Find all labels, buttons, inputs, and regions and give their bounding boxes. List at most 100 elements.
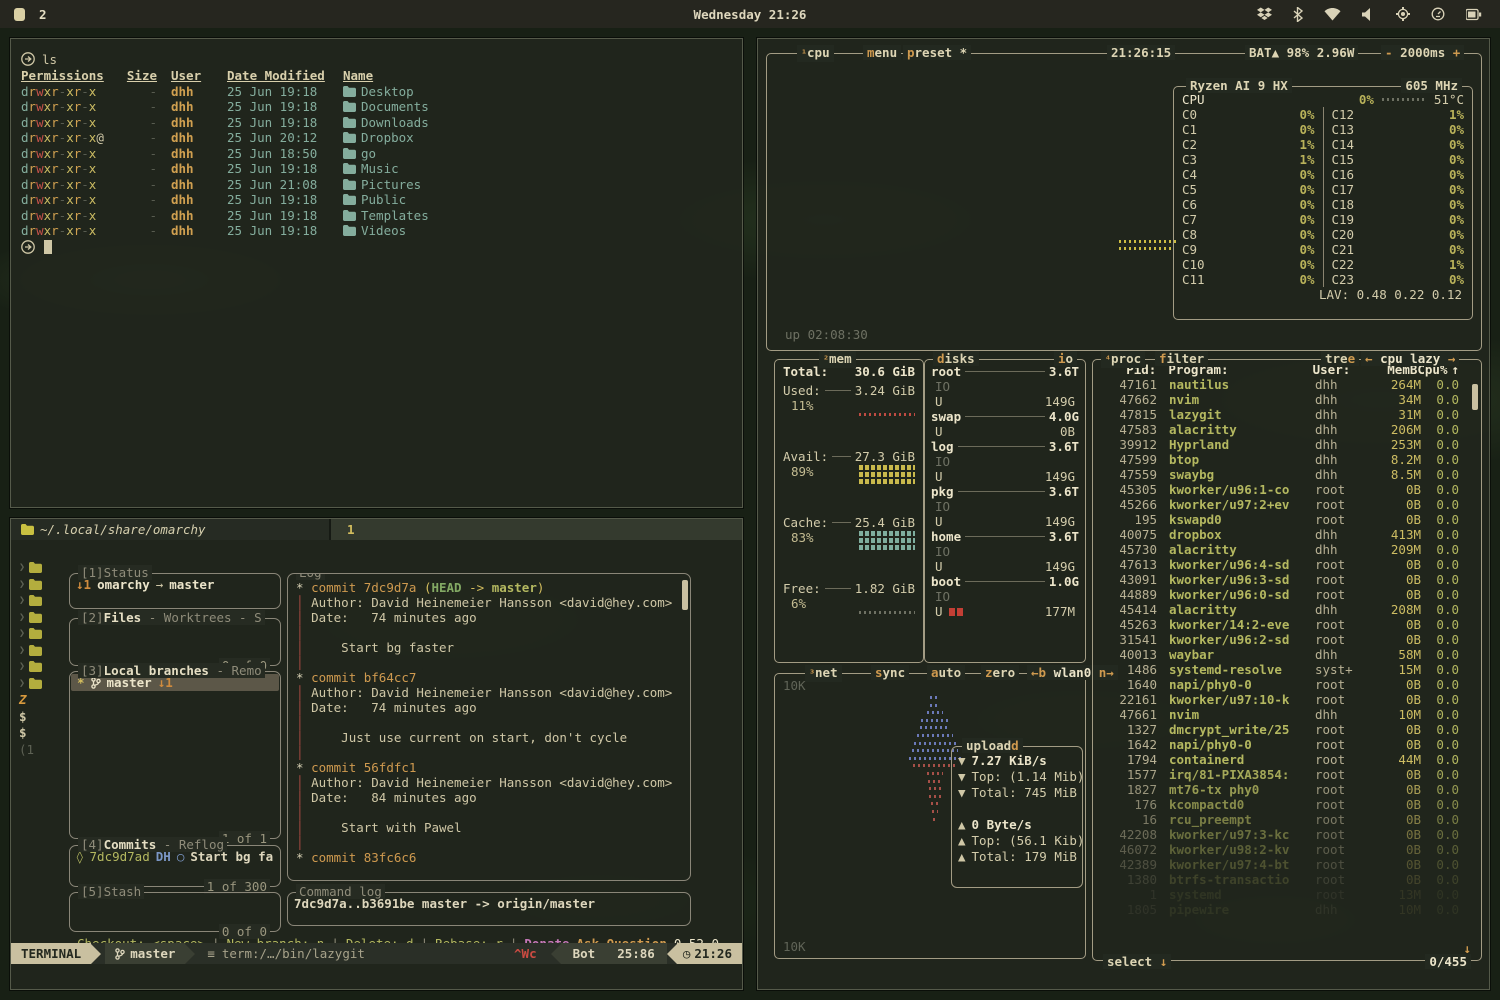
explorer-item[interactable]: ❯ (19, 577, 61, 592)
proc-row[interactable]: 40013waybardhh58M0.0 (1093, 647, 1481, 662)
proc-row[interactable]: 45305kworker/u96:1-coroot0B0.0 (1093, 482, 1481, 497)
proc-scrollbar-thumb[interactable] (1472, 384, 1478, 410)
proc-row[interactable]: 1systemdroot13M0.0 (1093, 887, 1481, 902)
btop-tab-net[interactable]: ³net (805, 665, 842, 682)
proc-pid: 1486 (1101, 662, 1157, 677)
proc-select-hint[interactable]: select ↓ (1103, 954, 1171, 969)
proc-row[interactable]: 47613kworker/u96:4-sdroot0B0.0 (1093, 557, 1481, 572)
proc-row[interactable]: 1642napi/phy0-0root0B0.0 (1093, 737, 1481, 752)
file-explorer-strip[interactable]: ❯❯❯❯❯❯❯❯Z$$(1 (19, 560, 61, 757)
shell-prompt-2[interactable] (21, 239, 732, 255)
btop-tab-mem[interactable]: ²mem (819, 351, 856, 368)
proc-row[interactable]: 1805pipewiredhh10M0.0 (1093, 902, 1481, 917)
proc-row[interactable]: 45414alacrittydhh208M0.0 (1093, 602, 1481, 617)
lazygit-panel-branches[interactable]: [3]Local branches - Remo * master ↓1 1 o… (69, 671, 281, 839)
net-sync-button[interactable]: sync (871, 665, 909, 680)
btop-tab-cpu[interactable]: ¹cpu (797, 45, 834, 62)
proc-row[interactable]: 45266kworker/u97:2+evroot0B0.0 (1093, 497, 1481, 512)
btop-io-toggle[interactable]: io (1054, 351, 1077, 366)
process-list[interactable]: 47161nautilusdhh264M0.047662nvimdhh34M0.… (1093, 377, 1481, 917)
proc-row[interactable]: 1794containerdroot44M0.0 (1093, 752, 1481, 767)
btop-disks-title[interactable]: disks (933, 351, 979, 366)
explorer-item[interactable]: Z (19, 692, 61, 707)
proc-row[interactable]: 47662nvimdhh34M0.0 (1093, 392, 1481, 407)
net-auto-button[interactable]: auto (927, 665, 965, 680)
proc-row[interactable]: 1486systemd-resolvesyst+15M0.0 (1093, 662, 1481, 677)
explorer-winbar[interactable]: ~/.local/share/omarchy (11, 519, 331, 540)
proc-row[interactable]: 47559swaybgdhh8.5M0.0 (1093, 467, 1481, 482)
interval-plus-button[interactable]: + (1453, 45, 1461, 60)
proc-row[interactable]: 31541kworker/u96:2-sdroot0B0.0 (1093, 632, 1481, 647)
proc-program: kworker/u96:3-sd (1157, 572, 1315, 587)
explorer-item[interactable]: ❯ (19, 610, 61, 625)
proc-sort-switcher[interactable]: ← cpu lazy → (1361, 351, 1459, 366)
explorer-item[interactable]: $ (19, 725, 61, 740)
terminal-window-ls[interactable]: ls Permissions Size User Date Modified N… (10, 38, 743, 508)
proc-scrollbar[interactable] (1472, 384, 1478, 930)
btop-net-box[interactable]: ³net sync auto zero ←b wlan0 n→ 10K 10K … (774, 673, 1086, 959)
proc-row[interactable]: 45263kworker/14:2-everoot0B0.0 (1093, 617, 1481, 632)
lazygit-panel-log[interactable]: Log * commit 7dc9d7a (HEAD -> master)│ A… (287, 573, 691, 881)
proc-row[interactable]: 1827mt76-tx phy0root0B0.0 (1093, 782, 1481, 797)
explorer-item[interactable]: (1 (19, 742, 61, 757)
proc-row[interactable]: 45730alacrittydhh209M0.0 (1093, 542, 1481, 557)
sort-next-button[interactable]: → (1448, 351, 1456, 366)
proc-row[interactable]: 44889kworker/u96:0-sdroot0B0.0 (1093, 587, 1481, 602)
explorer-item[interactable]: ❯ (19, 593, 61, 608)
proc-row[interactable]: 42208kworker/u97:3-kcroot0B0.0 (1093, 827, 1481, 842)
update-interval[interactable]: - 2000ms + (1381, 45, 1464, 60)
proc-row[interactable]: 47815lazygitdhh31M0.0 (1093, 407, 1481, 422)
lazygit-panel-status[interactable]: [1]Status ↓1 omarchy → master (69, 573, 281, 609)
proc-row[interactable]: 195kswapd0root0B0.0 (1093, 512, 1481, 527)
lazygit-panel-commits[interactable]: [4]Commits - Reflog ◊ 7dc9d7ad DH ○ Star… (69, 845, 281, 887)
interval-minus-button[interactable]: - (1385, 45, 1393, 60)
proc-row[interactable]: 46072kworker/u98:2-kvroot0B0.0 (1093, 842, 1481, 857)
explorer-item[interactable]: ❯ (19, 659, 61, 674)
proc-row[interactable]: 1640napi/phy0-0root0B0.0 (1093, 677, 1481, 692)
lazygit-panel-files[interactable]: [2]Files - Worktrees - S 0 of 0 (69, 618, 281, 666)
net-zero-button[interactable]: zero (981, 665, 1019, 680)
proc-row[interactable]: 47661nvimdhh10M0.0 (1093, 707, 1481, 722)
buffer-tabbar[interactable]: 1 (331, 519, 742, 540)
proc-row[interactable]: 40075dropboxdhh413M0.0 (1093, 527, 1481, 542)
explorer-item[interactable]: ❯ (19, 626, 61, 641)
ls-row: drwxr-xr-x-dhh25 Jun 19:18Downloads (21, 115, 732, 131)
btop-menu-button[interactable]: menu (863, 45, 901, 60)
proc-tree-button[interactable]: tree (1321, 351, 1359, 366)
terminal-window-btop[interactable]: ¹cpu menu preset * 21:26:15 BAT▲ 98% 2.9… (757, 38, 1490, 990)
btop-preset-button[interactable]: preset * (903, 45, 971, 60)
proc-row[interactable]: 176kcompactd0root0B0.0 (1093, 797, 1481, 812)
proc-row[interactable]: 16rcu_preemptroot0B0.0 (1093, 812, 1481, 827)
btop-disks-box[interactable]: disks io root3.6TIOU149Gswap4.0GU0Blog3.… (924, 359, 1086, 663)
prev-iface-button[interactable]: ←b (1031, 665, 1046, 680)
proc-row[interactable]: 22161kworker/u97:10-kroot0B0.0 (1093, 692, 1481, 707)
download-icon: ▼ (958, 753, 966, 769)
proc-row[interactable]: 1327dmcrypt_write/25root0B0.0 (1093, 722, 1481, 737)
explorer-item[interactable]: ❯ (19, 676, 61, 691)
lazygit-panel-command-log[interactable]: Command log 7dc9d7a..b3691be master -> o… (287, 892, 691, 926)
btop-proc-box[interactable]: ⁴proc filter tree ← cpu lazy → Pid: Prog… (1092, 359, 1482, 961)
proc-filter-button[interactable]: filter (1155, 351, 1208, 366)
statusline-branch[interactable]: master (105, 943, 185, 964)
buffer-tab-number[interactable]: 1 (347, 522, 355, 537)
proc-row[interactable]: 39912Hyprlanddhh253M0.0 (1093, 437, 1481, 452)
btop-cpu-box[interactable]: ¹cpu menu preset * 21:26:15 BAT▲ 98% 2.9… (766, 53, 1482, 351)
explorer-item[interactable]: ❯ (19, 560, 61, 575)
btop-tab-proc[interactable]: ⁴proc (1101, 351, 1145, 368)
explorer-item[interactable]: $ (19, 709, 61, 724)
proc-row[interactable]: 1577irq/81-PIXA3854:root0B0.0 (1093, 767, 1481, 782)
terminal-window-lazygit[interactable]: ~/.local/share/omarchy 1 ❯❯❯❯❯❯❯❯Z$$(1 [… (10, 518, 743, 990)
proc-row[interactable]: 47161nautilusdhh264M0.0 (1093, 377, 1481, 392)
sort-prev-button[interactable]: ← (1365, 351, 1373, 366)
lazygit-panel-stash[interactable]: [5]Stash 0 of 0 (69, 892, 281, 932)
proc-row[interactable]: 42389kworker/u97:4-btroot0B0.0 (1093, 857, 1481, 872)
log-scrollbar[interactable] (682, 580, 688, 610)
proc-row[interactable]: 1380btrfs-transactioroot0B0.0 (1093, 872, 1481, 887)
chevron-right-icon: ❯ (19, 643, 25, 658)
proc-row[interactable]: 47599btopdhh8.2M0.0 (1093, 452, 1481, 467)
select-label: select (1107, 954, 1152, 969)
explorer-item[interactable]: ❯ (19, 643, 61, 658)
btop-mem-box[interactable]: ²mem Total:30.6 GiB Used:3.24 GiB11%Avai… (774, 359, 924, 663)
proc-row[interactable]: 43091kworker/u96:3-sdroot0B0.0 (1093, 572, 1481, 587)
proc-row[interactable]: 47583alacrittydhh206M0.0 (1093, 422, 1481, 437)
